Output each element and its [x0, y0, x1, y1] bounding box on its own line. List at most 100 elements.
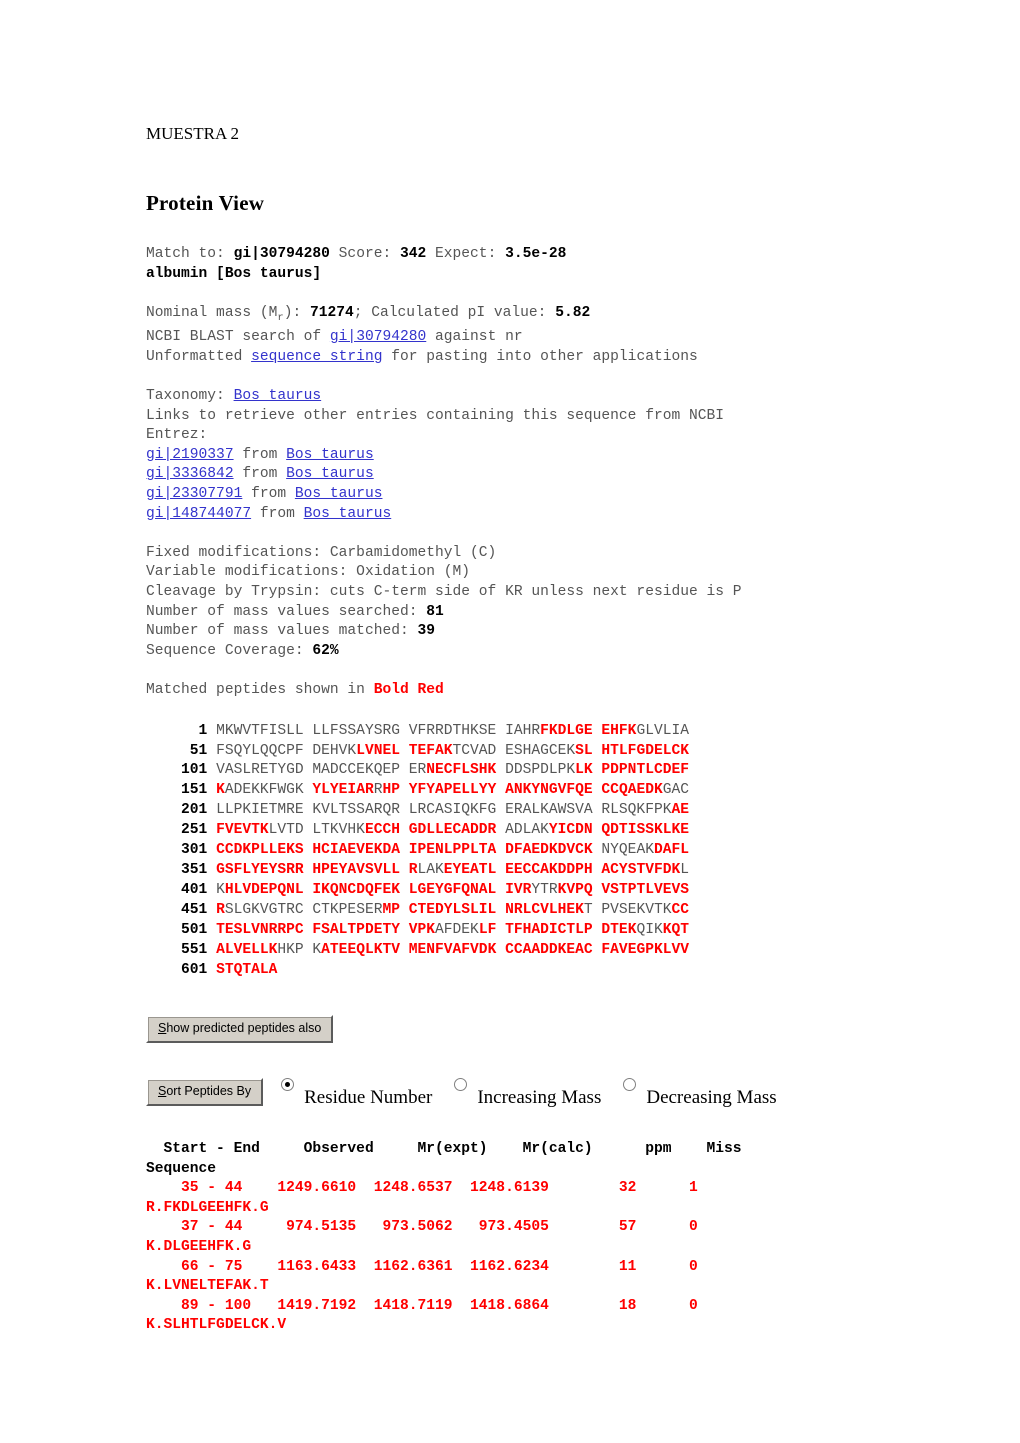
- sequence-line: 601 STQTALA: [146, 962, 277, 978]
- sequence-matched-peptide: YICDN QDTISSKLKE: [548, 822, 689, 839]
- entrez-organism-link[interactable]: Bos taurus: [286, 466, 374, 482]
- radio-label: Residue Number: [304, 1086, 433, 1108]
- table-row[interactable]: 37 - 44 974.5135 973.5062 973.4505 57 0: [146, 1219, 698, 1235]
- expect-value: 3.5e-28: [505, 246, 567, 262]
- entrez-organism-link[interactable]: Bos taurus: [286, 447, 374, 463]
- taxonomy-label: Taxonomy:: [146, 388, 234, 405]
- nominal-mass-value: 71274: [309, 304, 354, 321]
- sequence-unmatched-residues: HKP K: [277, 942, 322, 959]
- protein-properties: Nominal mass (Mr): 71274; Calculated pI …: [146, 284, 1006, 367]
- show-predicted-label: how predicted peptides also: [166, 1020, 322, 1035]
- entrez-from-label: from: [233, 466, 287, 483]
- sequence-unmatched-residues: GAC: [662, 782, 690, 799]
- sequence-matched-peptide: NECFLSHK: [426, 762, 497, 779]
- table-row[interactable]: 66 - 75 1163.6433 1162.6361 1162.6234 11…: [146, 1259, 698, 1275]
- taxonomy-block: Taxonomy: Bos taurus Links to retrieve o…: [146, 367, 1006, 524]
- sequence-residue-number: 101: [146, 762, 217, 779]
- sort-peptides-row: Sort Peptides By Residue Number Increasi…: [146, 1043, 1006, 1108]
- sequence-line: 51 FSQYLQQCPF DEHVKLVNEL TEFAKTCVAD ESHA…: [146, 743, 689, 759]
- sequence-residue-number: 401: [146, 882, 217, 899]
- sequence-matched-peptide: CCDKPLLEKS HCIAEVEKDA IPENLPPLTA DFAEDKD…: [216, 842, 593, 859]
- sequence-matched-peptide: FKDLGE EHFK: [540, 722, 637, 739]
- sequence-unmatched-residues: TCVAD ESHAGCEK: [452, 742, 576, 759]
- table-row[interactable]: 89 - 100 1419.7192 1418.7119 1418.6864 1…: [146, 1298, 698, 1314]
- radio-button-icon[interactable]: [623, 1077, 637, 1091]
- sequence-line: 1 MKWVTFISLL LLFSSAYSRG VFRRDTHKSE IAHRF…: [146, 723, 689, 739]
- table-row-sequence[interactable]: K.SLHTLFGDELCK.V: [146, 1317, 286, 1333]
- sequence-unmatched-residues: GLVLIA: [636, 722, 689, 739]
- table-row[interactable]: 35 - 44 1249.6610 1248.6537 1248.6139 32…: [146, 1180, 698, 1196]
- sequence-string-link[interactable]: sequence string: [251, 349, 382, 365]
- sequence-matched-peptide: CC: [671, 902, 689, 919]
- pi-label: ; Calculated pI value:: [353, 304, 556, 321]
- sequence-matched-peptide: YLYEIAR: [312, 782, 374, 799]
- taxonomy-organism-link[interactable]: Bos taurus: [234, 388, 322, 404]
- table-row-sequence[interactable]: K.LVNELTEFAK.T: [146, 1278, 269, 1294]
- variable-modifications: Variable modifications: Oxidation (M): [146, 564, 471, 581]
- sequence-matched-peptide: KQT: [662, 922, 690, 939]
- sequence-matched-peptide: TESLVNRRPC FSALTPDETY VPK: [216, 922, 436, 939]
- entrez-gi-link[interactable]: gi|23307791: [146, 486, 242, 502]
- radio-item-residue-number[interactable]: Residue Number: [281, 1077, 432, 1108]
- radio-label: Increasing Mass: [477, 1086, 602, 1108]
- entrez-organism-link[interactable]: Bos taurus: [295, 486, 383, 502]
- show-predicted-peptides-button[interactable]: Show predicted peptides also: [146, 1014, 334, 1043]
- sequence-unmatched-residues: DDSPDLPK: [496, 762, 576, 779]
- sequence-matched-peptide: ECCH GDLLECADDR: [364, 822, 497, 839]
- sequence-residue-number: 51: [146, 742, 217, 759]
- protein-sequence-block: 1 MKWVTFISLL LLFSSAYSRG VFRRDTHKSE IAHRF…: [146, 701, 1006, 981]
- entrez-from-label: from: [233, 446, 287, 463]
- radio-button-icon[interactable]: [454, 1077, 468, 1091]
- legend-prefix: Matched peptides shown in: [146, 681, 374, 698]
- sequence-matched-peptide: STQTALA: [216, 962, 278, 978]
- sequence-matched-peptide: SL HTLFGDELCK: [575, 742, 689, 759]
- sequence-unmatched-residues: K: [216, 882, 225, 899]
- unformatted-prefix: Unformatted: [146, 348, 252, 365]
- sequence-matched-peptide: LK PDPNTLCDEF: [575, 762, 689, 779]
- entrez-from-label: from: [251, 505, 304, 522]
- sequence-line: 101 VASLRETYGD MADCCEKQEP ERNECFLSHK DDS…: [146, 762, 689, 778]
- sequence-unmatched-residues: L: [680, 862, 690, 879]
- sort-peptides-by-button[interactable]: Sort Peptides By: [146, 1078, 264, 1107]
- entrez-gi-link[interactable]: gi|148744077: [146, 506, 251, 522]
- unformatted-suffix: for pasting into other applications: [382, 348, 698, 365]
- sequence-unmatched-residues: AFDEK: [435, 922, 479, 939]
- table-header-line-2: Sequence: [146, 1160, 217, 1177]
- blast-accession-link[interactable]: gi|30794280: [330, 329, 426, 345]
- sequence-coverage-value: 62%: [312, 642, 339, 659]
- matched-peptides-legend: Matched peptides shown in Bold Red: [146, 661, 1006, 700]
- match-summary: Match to: gi|30794280 Score: 342 Expect:…: [146, 215, 1006, 284]
- sequence-matched-peptide: LF TFHADICTLP DTEK: [478, 922, 637, 939]
- entrez-organism-link[interactable]: Bos taurus: [304, 506, 392, 522]
- sequence-unmatched-residues: FSQYLQQCPF DEHVK: [216, 742, 357, 759]
- sequence-unmatched-residues: MKWVTFISLL LLFSSAYSRG VFRRDTHKSE IAHR: [216, 722, 541, 739]
- radio-item-decreasing-mass[interactable]: Decreasing Mass: [623, 1077, 777, 1108]
- sequence-matched-peptide: FVEVTK: [216, 822, 269, 839]
- mass-values-matched-value: 39: [417, 623, 436, 640]
- sequence-line: 151 KADEKKFWGK YLYEIARRHP YFYAPELLYY ANK…: [146, 782, 689, 798]
- entrez-gi-link[interactable]: gi|2190337: [146, 447, 234, 463]
- sequence-residue-number: 251: [146, 822, 217, 839]
- show-predicted-row: Show predicted peptides also: [146, 981, 1006, 1043]
- sequence-matched-peptide: GSFLYEYSRR HPEYAVSVLL R: [216, 862, 418, 879]
- radio-label: Decreasing Mass: [646, 1086, 777, 1108]
- sequence-line: 251 FVEVTKLVTD LTKVHKECCH GDLLECADDR ADL…: [146, 822, 689, 838]
- sequence-residue-number: 351: [146, 862, 217, 879]
- sequence-residue-number: 151: [146, 782, 217, 799]
- entrez-from-label: from: [242, 486, 295, 503]
- radio-item-increasing-mass[interactable]: Increasing Mass: [454, 1077, 601, 1108]
- sequence-residue-number: 1: [146, 722, 217, 739]
- sequence-unmatched-residues: LAK: [417, 862, 444, 879]
- sequence-unmatched-residues: LLPKIETMRE KVLTSSARQR LRCASIQKFG ERALKAW…: [216, 802, 672, 819]
- entrez-gi-link[interactable]: gi|3336842: [146, 466, 234, 482]
- nominal-mass-label-end: ):: [283, 304, 310, 321]
- radio-button-icon[interactable]: [281, 1077, 295, 1091]
- sequence-residue-number: 501: [146, 922, 217, 939]
- pi-value: 5.82: [555, 304, 591, 321]
- table-row-sequence[interactable]: K.DLGEEHFK.G: [146, 1239, 251, 1255]
- expect-label: Expect:: [426, 246, 506, 262]
- page-content: MUESTRA 2 Protein View Match to: gi|3079…: [146, 0, 1006, 1336]
- sequence-line: 501 TESLVNRRPC FSALTPDETY VPKAFDEKLF TFH…: [146, 922, 689, 938]
- table-row-sequence[interactable]: R.FKDLGEEHFK.G: [146, 1200, 269, 1216]
- table-header-line-1: Start - End Observed Mr(expt) Mr(calc) p…: [146, 1140, 742, 1157]
